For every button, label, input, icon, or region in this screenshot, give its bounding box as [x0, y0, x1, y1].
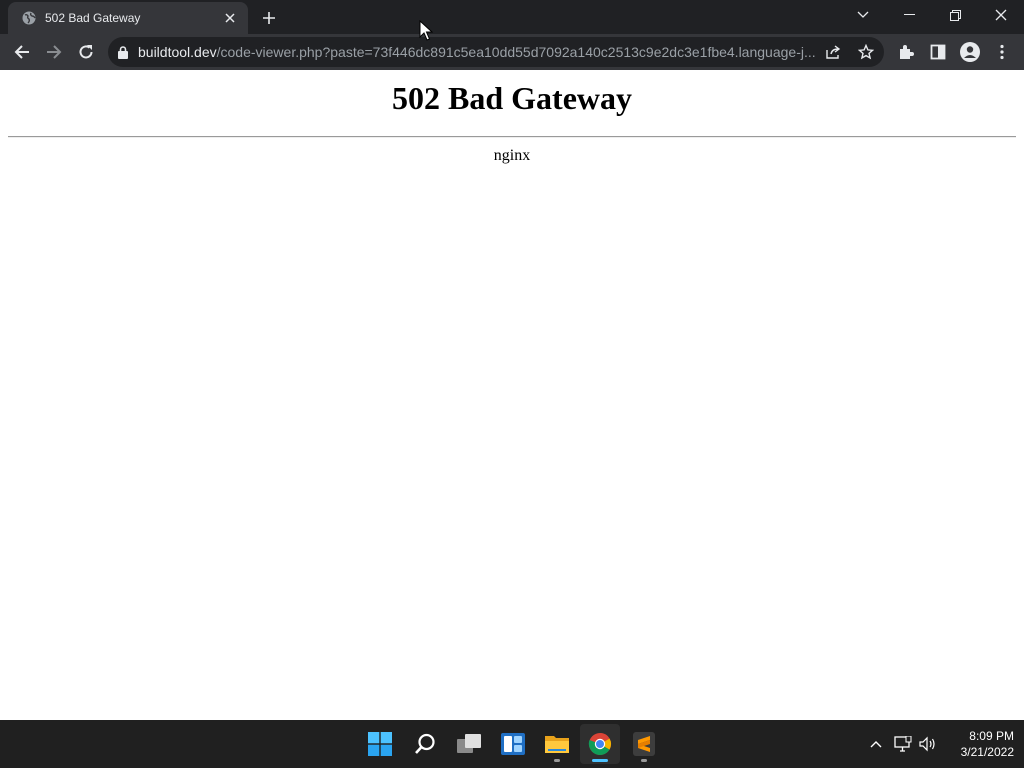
- browser-toolbar: buildtool.dev/code-viewer.php?paste=73f4…: [0, 34, 1024, 70]
- url-path: /code-viewer.php?paste=73f446dc891c5ea10…: [216, 44, 816, 60]
- tab-title: 502 Bad Gateway: [45, 11, 141, 25]
- reload-button[interactable]: [72, 38, 100, 66]
- mouse-cursor-icon: [419, 20, 433, 41]
- profile-avatar-icon[interactable]: [956, 38, 984, 66]
- folder-icon: [544, 733, 570, 755]
- taskbar-clock[interactable]: 8:09 PM 3/21/2022: [944, 728, 1014, 760]
- browser-tab[interactable]: 502 Bad Gateway: [8, 2, 248, 34]
- volume-icon[interactable]: [918, 734, 938, 754]
- lock-icon[interactable]: [118, 45, 128, 59]
- address-bar[interactable]: buildtool.dev/code-viewer.php?paste=73f4…: [108, 37, 884, 67]
- forward-button[interactable]: [40, 38, 68, 66]
- chrome-icon: [588, 732, 612, 756]
- active-indicator: [592, 759, 608, 762]
- tab-search-chevron-icon[interactable]: [840, 0, 886, 30]
- widgets-icon: [501, 733, 525, 755]
- page-content: 502 Bad Gateway nginx: [0, 70, 1024, 720]
- restore-button[interactable]: [932, 0, 978, 30]
- sublime-text-button[interactable]: [624, 724, 664, 764]
- running-indicator: [641, 759, 647, 762]
- task-view-button[interactable]: [449, 724, 489, 764]
- back-button[interactable]: [8, 38, 36, 66]
- url-text[interactable]: buildtool.dev/code-viewer.php?paste=73f4…: [138, 44, 818, 60]
- running-indicator: [554, 759, 560, 762]
- server-name: nginx: [493, 147, 531, 164]
- close-tab-icon[interactable]: [222, 10, 238, 26]
- search-button[interactable]: [405, 724, 445, 764]
- tab-strip: 502 Bad Gateway: [0, 0, 1024, 34]
- extensions-puzzle-icon[interactable]: [892, 38, 920, 66]
- share-icon[interactable]: [825, 43, 843, 61]
- close-window-button[interactable]: [978, 0, 1024, 30]
- menu-kebab-icon[interactable]: [988, 38, 1016, 66]
- chrome-button[interactable]: [580, 724, 620, 764]
- minimize-button[interactable]: [886, 0, 932, 30]
- widgets-button[interactable]: [493, 724, 533, 764]
- task-view-icon: [456, 733, 482, 755]
- windows-start-icon: [368, 732, 392, 756]
- clock-time: 8:09 PM: [969, 729, 1014, 743]
- taskbar: 8:09 PM 3/21/2022: [0, 720, 1024, 768]
- side-panel-icon[interactable]: [924, 38, 952, 66]
- globe-icon: [21, 10, 37, 26]
- clock-date: 3/21/2022: [960, 745, 1014, 759]
- bookmark-star-icon[interactable]: [857, 43, 875, 61]
- new-tab-button[interactable]: [258, 7, 280, 29]
- search-icon: [414, 733, 436, 755]
- start-button[interactable]: [360, 724, 400, 764]
- file-explorer-button[interactable]: [537, 724, 577, 764]
- network-icon[interactable]: [893, 734, 913, 754]
- chevron-up-icon[interactable]: [866, 734, 886, 754]
- sublime-text-icon: [633, 732, 655, 756]
- url-host: buildtool.dev: [138, 44, 217, 60]
- horizontal-rule: [8, 136, 1016, 138]
- error-heading: 502 Bad Gateway: [392, 80, 632, 116]
